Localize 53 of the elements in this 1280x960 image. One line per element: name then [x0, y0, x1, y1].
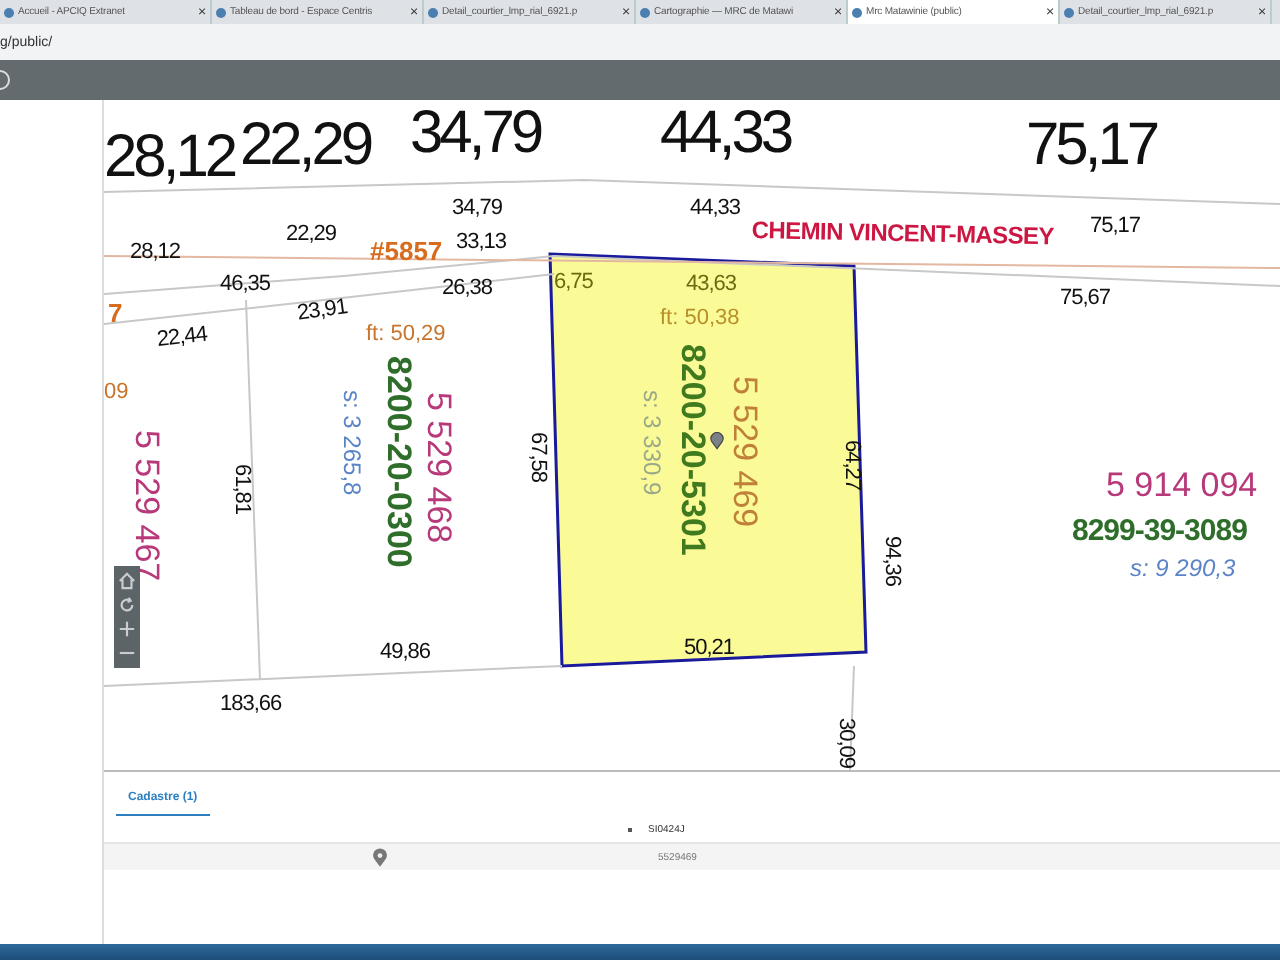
refresh-icon[interactable] — [118, 596, 136, 614]
page-icon — [1064, 7, 1074, 17]
dimension-label: 94,36 — [880, 536, 902, 587]
dimension-label: 34,79 — [452, 198, 503, 220]
roll-number: 8200-20-0300 — [382, 356, 416, 568]
dimension-label: 50,21 — [684, 638, 735, 660]
dimension-label: 33,13 — [456, 232, 507, 254]
map-pin-icon[interactable] — [372, 847, 388, 867]
dimension-label: 183,66 — [220, 694, 282, 716]
dimension-label: 46,35 — [220, 274, 271, 296]
dimension-label: 75,67 — [1060, 288, 1111, 310]
map-pin-icon[interactable] — [710, 432, 724, 450]
road-name: CHEMIN VINCENT-MASSEY — [751, 218, 1055, 249]
page-icon — [216, 7, 226, 17]
dimension-label: 43,63 — [686, 274, 737, 296]
roll-number: 8299-39-3089 — [1072, 516, 1247, 546]
lot-number: 5 529 468 — [422, 392, 456, 544]
page-icon — [640, 7, 650, 17]
dimension-label: 22,44 — [156, 324, 209, 352]
dimension-label: 44,33 — [660, 104, 791, 164]
area-label: s: 3 330,9 — [640, 390, 664, 496]
dimension-label: 75,17 — [1026, 116, 1157, 176]
lot-number: 5 529 467 — [130, 430, 164, 582]
dimension-label: 67,58 — [526, 432, 548, 483]
frontage-label: ft: 50,29 — [366, 324, 446, 346]
dimension-label: 64,27 — [840, 440, 862, 491]
dimension-label: 6,75 — [554, 272, 593, 294]
roll-number: 8200-20-5301 — [676, 344, 710, 556]
dimension-label: 26,38 — [442, 278, 493, 300]
lot-number: 5 529 469 — [728, 376, 762, 528]
dimension-label: 23,91 — [296, 297, 349, 326]
page-icon — [428, 7, 438, 17]
dimension-label: 22,29 — [286, 224, 337, 246]
plus-icon[interactable] — [118, 620, 136, 638]
dimension-label: 61,81 — [230, 464, 252, 515]
dimension-label: 30,09 — [834, 718, 856, 769]
area-label: s: 3 265,8 — [340, 390, 364, 496]
civic-number: 7 — [108, 300, 123, 326]
page-icon — [4, 7, 14, 17]
dimension-label: 44,33 — [690, 198, 741, 220]
area-label: s: 9 290,3 — [1130, 556, 1236, 580]
home-icon[interactable] — [118, 572, 136, 590]
frontage-label: ft: 50,38 — [660, 308, 740, 330]
page-icon — [852, 7, 862, 17]
dimension-label: 75,17 — [1090, 216, 1141, 238]
lot-number: 5 914 094 — [1106, 468, 1258, 502]
dimension-label: 28,12 — [104, 128, 235, 188]
frontage-label: 09 — [104, 382, 129, 404]
civic-number: #5857 — [370, 238, 443, 264]
dimension-label: 34,79 — [410, 104, 541, 164]
dimension-label: 28,12 — [130, 242, 181, 264]
dimension-label: 22,29 — [240, 116, 371, 176]
dimension-label: 49,86 — [380, 642, 431, 664]
